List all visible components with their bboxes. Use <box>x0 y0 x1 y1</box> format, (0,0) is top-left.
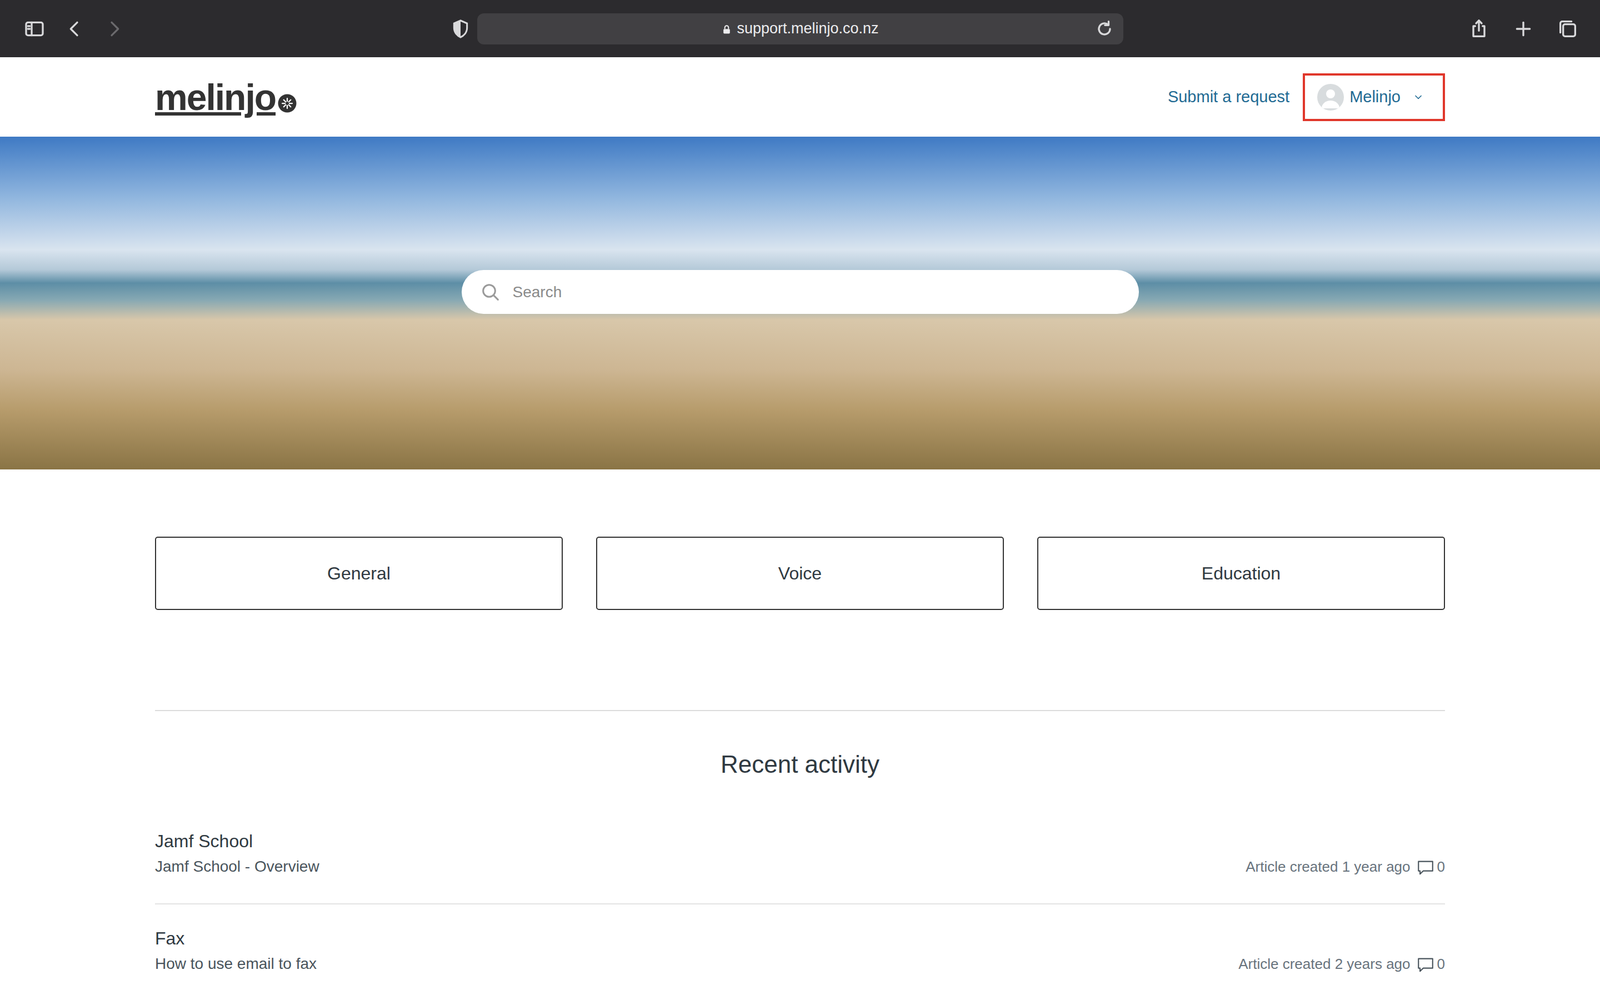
search-input[interactable] <box>511 280 1123 305</box>
share-icon[interactable] <box>1466 16 1492 42</box>
new-tab-icon[interactable] <box>1511 16 1536 42</box>
recent-activity-heading: Recent activity <box>155 750 1445 780</box>
site-header: melinjo Submit a request Melinjo <box>155 57 1445 137</box>
url-display[interactable]: support.melinjo.co.nz <box>721 17 879 40</box>
category-label[interactable]: Education <box>1201 560 1281 587</box>
tabs-overview-icon[interactable] <box>1555 16 1580 42</box>
category-card[interactable]: Voice <box>596 536 1004 610</box>
activity-date: Article created 1 year ago <box>1245 856 1410 878</box>
shield-icon[interactable] <box>448 16 473 42</box>
activity-meta: Article created 2 years ago 0 <box>1238 953 1445 975</box>
activity-row: How to use email to fax Article created 2… <box>155 952 1445 976</box>
search-box[interactable] <box>461 270 1139 314</box>
user-menu[interactable]: Melinjo <box>1302 73 1445 122</box>
category-card[interactable]: General <box>155 536 563 610</box>
activity-meta: Article created 1 year ago 0 <box>1245 856 1445 878</box>
url-text[interactable]: support.melinjo.co.nz <box>736 17 879 40</box>
main-content: General Voice Education Recent activity Jamf… <box>155 536 1445 1000</box>
activity-section-link[interactable]: Fax <box>155 927 1445 951</box>
activity-item: FaxHow to use email to fax Article create… <box>155 904 1445 1000</box>
activity-date: Article created 2 years ago <box>1238 953 1410 975</box>
forward-icon <box>102 16 127 42</box>
logo-text[interactable]: melinjo <box>155 78 276 116</box>
reload-icon[interactable] <box>1092 16 1117 42</box>
address-bar[interactable]: support.melinjo.co.nz <box>477 13 1124 45</box>
comment-count: 0 <box>1437 953 1445 975</box>
activity-section-link[interactable]: Jamf School <box>155 830 1445 854</box>
submit-request-link[interactable]: Submit a request <box>1167 85 1290 110</box>
comment-icon <box>1416 856 1435 878</box>
comment-count: 0 <box>1437 856 1445 878</box>
search-icon <box>478 280 503 305</box>
category-label[interactable]: Voice <box>778 560 822 587</box>
activity-item: Jamf SchoolJamf School - Overview Article… <box>155 807 1445 905</box>
sidebar-icon[interactable] <box>22 16 47 42</box>
back-icon[interactable] <box>62 16 87 42</box>
activity-article-link[interactable]: Jamf School - Overview <box>155 855 320 879</box>
header-actions: Submit a request Melinjo <box>1167 73 1445 122</box>
activity-row: Jamf School - Overview Article created 1 … <box>155 855 1445 879</box>
category-grid: General Voice Education <box>155 536 1445 610</box>
user-name[interactable]: Melinjo <box>1349 85 1401 110</box>
toolbar-left <box>0 0 478 58</box>
flower-icon <box>277 78 298 116</box>
toolbar-right <box>1123 0 1600 58</box>
browser-toolbar: support.melinjo.co.nz <box>0 0 1600 58</box>
header-container: melinjo Submit a request Melinjo <box>155 57 1445 137</box>
recent-activity: Recent activity Jamf SchoolJamf School - … <box>155 710 1445 1000</box>
hero-banner <box>0 136 1600 470</box>
category-card[interactable]: Education <box>1037 536 1445 610</box>
activity-article-link[interactable]: How to use email to fax <box>155 952 317 976</box>
category-label[interactable]: General <box>327 560 391 587</box>
avatar-icon <box>1317 83 1344 111</box>
site-logo[interactable]: melinjo <box>155 78 298 116</box>
lock-icon <box>721 17 733 40</box>
comment-icon <box>1416 953 1435 975</box>
chevron-down-icon[interactable] <box>1406 85 1431 110</box>
